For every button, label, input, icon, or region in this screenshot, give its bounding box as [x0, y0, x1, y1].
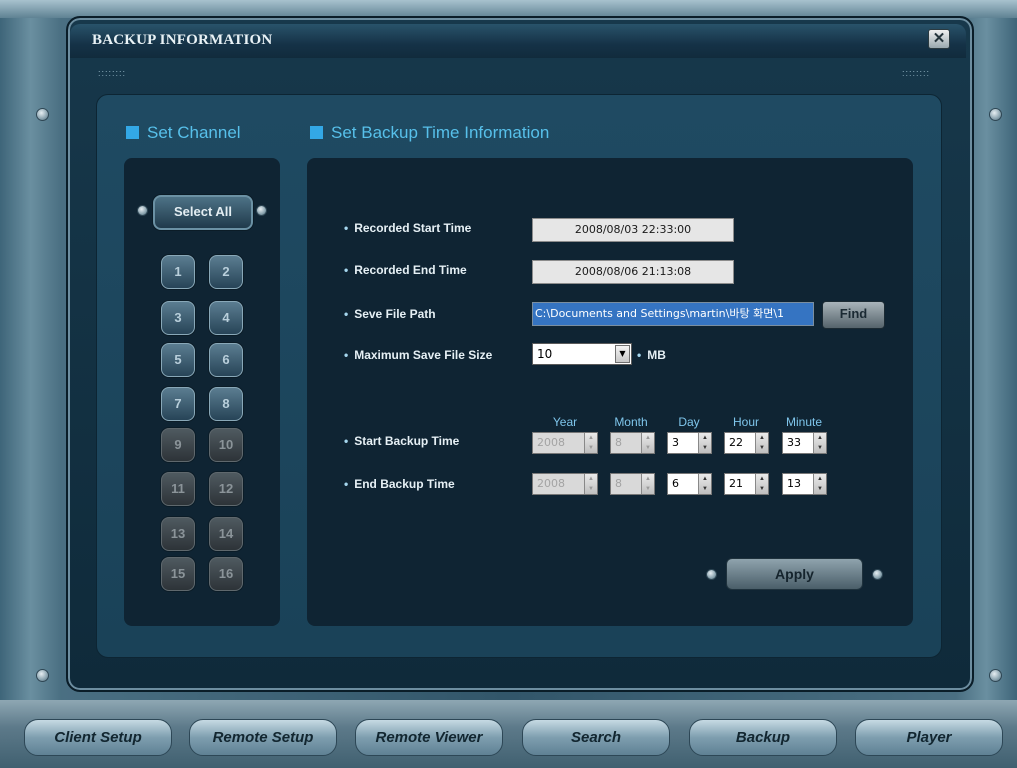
find-button[interactable]: Find [822, 301, 885, 329]
end-hour-spinner[interactable]: 21 ▲ ▼ [724, 473, 769, 495]
channel-1-button[interactable]: 1 [161, 255, 195, 289]
grip-icon: :::::::: [902, 68, 931, 78]
start-month-spinner: 8 ▲ ▼ [610, 432, 655, 454]
channel-10-button: 10 [209, 428, 243, 462]
recorded-end-field: 2008/08/06 21:13:08 [532, 260, 734, 284]
spin-arrows-icon: ▲ ▼ [641, 433, 654, 453]
max-size-select[interactable]: 10 ▼ [532, 343, 632, 365]
dialog-title: BACKUP INFORMATION [92, 32, 273, 48]
end-minute-spinner[interactable]: 13 ▲ ▼ [782, 473, 827, 495]
end-year-spinner: 2008 ▲ ▼ [532, 473, 598, 495]
spin-arrows-icon[interactable]: ▲ ▼ [698, 474, 711, 494]
close-button[interactable]: ✕ [928, 29, 950, 49]
spin-arrows-icon: ▲ ▼ [641, 474, 654, 494]
end-day-spinner[interactable]: 6 ▲ ▼ [667, 473, 712, 495]
end-month-spinner: 8 ▲ ▼ [610, 473, 655, 495]
file-path-label: Seve File Path [344, 307, 435, 321]
spin-arrows-icon[interactable]: ▲ ▼ [755, 433, 768, 453]
month-header: Month [614, 415, 648, 429]
nav-client-setup[interactable]: Client Setup [24, 719, 172, 756]
minute-header: Minute [785, 415, 823, 429]
channel-14-button: 14 [209, 517, 243, 551]
nav-player[interactable]: Player [855, 719, 1003, 756]
channel-3-button[interactable]: 3 [161, 301, 195, 335]
square-bullet-icon [310, 126, 323, 139]
rivet-icon [36, 108, 49, 121]
led-icon [706, 569, 717, 580]
day-header: Day [678, 415, 700, 429]
nav-backup[interactable]: Backup [689, 719, 837, 756]
recorded-start-label: Recorded Start Time [344, 221, 471, 235]
spin-arrows-icon: ▲ ▼ [584, 433, 597, 453]
spin-arrows-icon[interactable]: ▲ ▼ [698, 433, 711, 453]
rivet-icon [989, 108, 1002, 121]
start-backup-label: Start Backup Time [344, 434, 459, 448]
file-path-input[interactable]: C:\Documents and Settings\martin\바탕 화면\1 [532, 302, 814, 326]
set-backup-time-heading: Set Backup Time Information [310, 123, 549, 143]
apply-button[interactable]: Apply [726, 558, 863, 590]
close-icon: ✕ [932, 30, 946, 47]
grip-icon: :::::::: [98, 68, 127, 78]
channel-9-button: 9 [161, 428, 195, 462]
rivet-icon [989, 669, 1002, 682]
channel-8-button[interactable]: 8 [209, 387, 243, 421]
start-day-spinner[interactable]: 3 ▲ ▼ [667, 432, 712, 454]
start-minute-spinner[interactable]: 33 ▲ ▼ [782, 432, 827, 454]
start-hour-spinner[interactable]: 22 ▲ ▼ [724, 432, 769, 454]
channel-6-button[interactable]: 6 [209, 343, 243, 377]
nav-search[interactable]: Search [522, 719, 670, 756]
channel-16-button: 16 [209, 557, 243, 591]
hour-header: Hour [732, 415, 759, 429]
start-year-spinner: 2008 ▲ ▼ [532, 432, 598, 454]
nav-remote-setup[interactable]: Remote Setup [189, 719, 337, 756]
channel-13-button: 13 [161, 517, 195, 551]
set-channel-heading: Set Channel [126, 123, 241, 143]
rivet-icon [36, 669, 49, 682]
channel-4-button[interactable]: 4 [209, 301, 243, 335]
year-header: Year [552, 415, 578, 429]
nav-remote-viewer[interactable]: Remote Viewer [355, 719, 503, 756]
spin-arrows-icon[interactable]: ▲ ▼ [755, 474, 768, 494]
channel-2-button[interactable]: 2 [209, 255, 243, 289]
spin-arrows-icon: ▲ ▼ [584, 474, 597, 494]
led-icon [872, 569, 883, 580]
spin-arrows-icon[interactable]: ▲ ▼ [813, 474, 826, 494]
spin-arrows-icon[interactable]: ▲ ▼ [813, 433, 826, 453]
select-all-button[interactable]: Select All [153, 195, 253, 230]
recorded-end-label: Recorded End Time [344, 263, 466, 277]
max-size-label: Maximum Save File Size [344, 348, 492, 362]
end-backup-label: End Backup Time [344, 477, 454, 491]
led-icon [137, 205, 148, 216]
recorded-start-field: 2008/08/03 22:33:00 [532, 218, 734, 242]
channel-5-button[interactable]: 5 [161, 343, 195, 377]
channel-15-button: 15 [161, 557, 195, 591]
channel-11-button: 11 [161, 472, 195, 506]
channel-12-button: 12 [209, 472, 243, 506]
channel-7-button[interactable]: 7 [161, 387, 195, 421]
chevron-down-icon[interactable]: ▼ [615, 345, 630, 363]
led-icon [256, 205, 267, 216]
square-bullet-icon [126, 126, 139, 139]
max-size-unit: MB [637, 348, 666, 362]
max-size-value: 10 [537, 347, 553, 361]
